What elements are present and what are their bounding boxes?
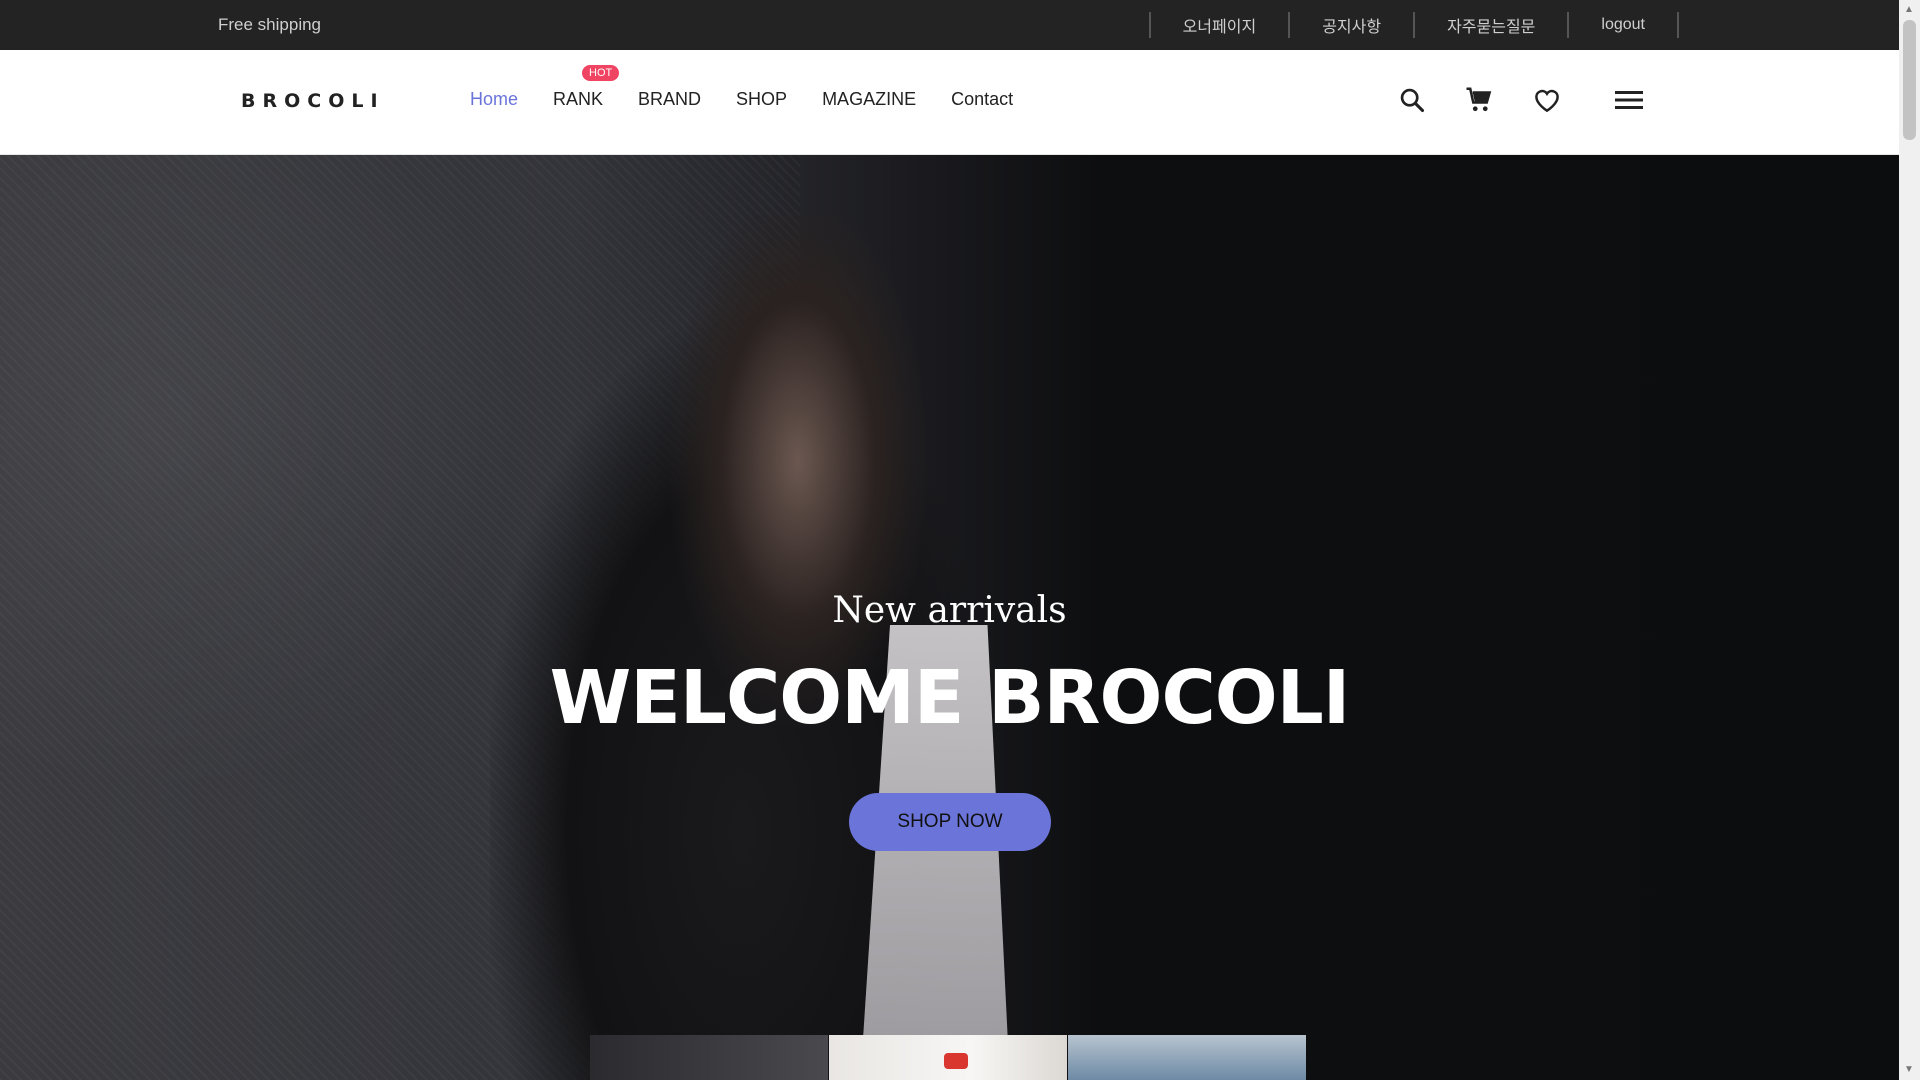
hot-badge: HOT — [582, 65, 620, 81]
owner-page-link[interactable]: 오너페이지 — [1151, 13, 1289, 37]
header-icons — [1398, 85, 1644, 115]
heart-icon[interactable] — [1532, 85, 1562, 115]
shop-now-button[interactable]: SHOP NOW — [849, 793, 1051, 851]
thumbnail[interactable] — [829, 1035, 1067, 1080]
nav-rank-label: RANK — [553, 89, 604, 109]
menu-icon[interactable] — [1614, 88, 1644, 112]
top-links: 오너페이지 공지사항 자주묻는질문 logout — [1148, 0, 1679, 50]
faq-link[interactable]: 자주묻는질문 — [1415, 13, 1567, 37]
nav-contact[interactable]: Contact — [951, 89, 1013, 110]
thumbnail[interactable] — [1068, 1035, 1306, 1080]
nav-home[interactable]: Home — [470, 89, 518, 110]
logout-link[interactable]: logout — [1569, 16, 1677, 34]
notice-link[interactable]: 공지사항 — [1290, 13, 1413, 37]
scrollbar[interactable]: ▲ ▼ — [1899, 0, 1920, 1080]
scroll-down-icon[interactable]: ▼ — [1904, 1064, 1914, 1075]
scrollbar-thumb[interactable] — [1903, 20, 1916, 140]
thumbnail[interactable] — [590, 1035, 828, 1080]
site-logo[interactable]: BROCOLI — [241, 90, 385, 112]
cart-icon[interactable] — [1464, 85, 1494, 115]
top-bar: Free shipping 오너페이지 공지사항 자주묻는질문 logout — [0, 0, 1899, 50]
nav-rank[interactable]: HOT RANK — [553, 65, 620, 110]
hero-subtitle: New arrivals — [832, 590, 1067, 631]
search-icon[interactable] — [1398, 86, 1426, 114]
nav-magazine[interactable]: MAGAZINE — [822, 89, 916, 110]
nav-shop[interactable]: SHOP — [736, 89, 787, 110]
hero-title: WELCOME BROCOLI — [549, 655, 1351, 741]
hero-banner: New arrivals WELCOME BROCOLI SHOP NOW — [0, 155, 1899, 1080]
nav-brand[interactable]: BRAND — [638, 89, 701, 110]
scroll-up-icon[interactable]: ▲ — [1904, 4, 1914, 15]
main-header: BROCOLI Home HOT RANK BRAND SHOP MAGAZIN… — [0, 50, 1899, 155]
main-nav: Home HOT RANK BRAND SHOP MAGAZINE Contac… — [470, 65, 1048, 110]
hero-thumbnails — [590, 1035, 1307, 1080]
divider — [1677, 12, 1679, 38]
free-shipping-text: Free shipping — [218, 15, 322, 34]
